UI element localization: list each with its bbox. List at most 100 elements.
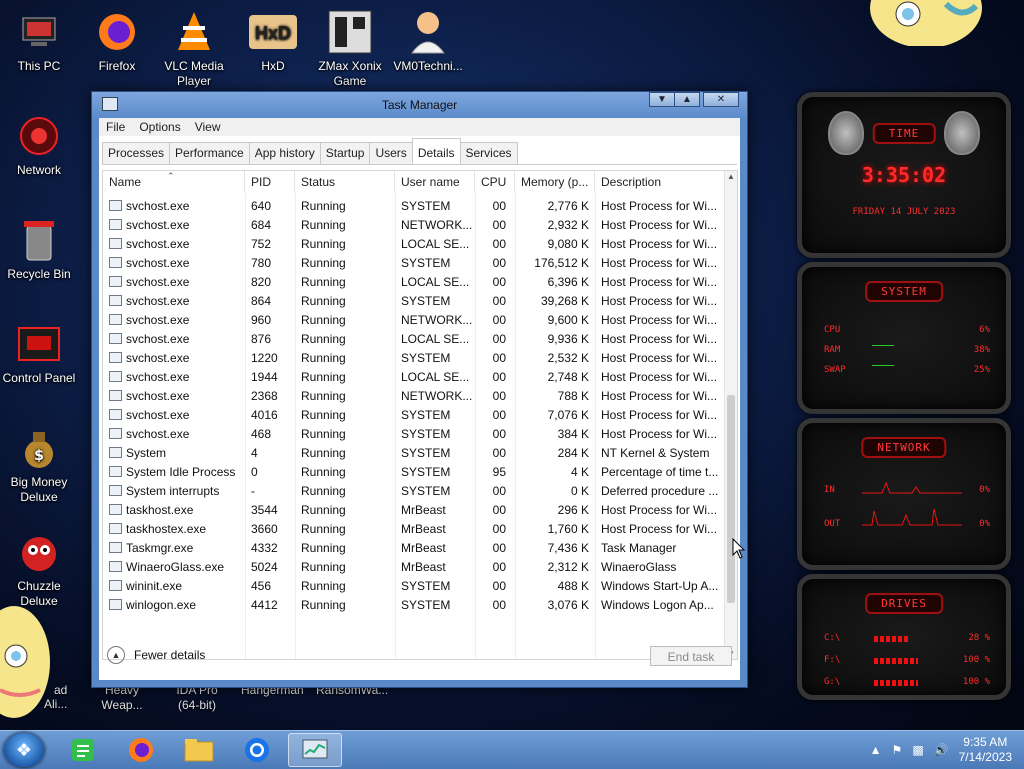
table-row[interactable]: taskhostex.exe 3660 Running MrBeast 00 1,760 …	[103, 520, 728, 539]
volume-icon[interactable]: 🔊	[934, 743, 949, 757]
desktop-icon-network[interactable]: Network	[0, 112, 81, 178]
desktop-icon-zmax[interactable]: ZMax Xonix Game	[308, 8, 392, 89]
column-header-cpu[interactable]: CPU	[475, 171, 515, 193]
alien-icon	[828, 111, 864, 155]
desktop-icon-label-ad[interactable]: ad	[54, 683, 67, 698]
cell-memory: 2,532 K	[547, 351, 589, 365]
tab-performance[interactable]: Performance	[169, 142, 250, 164]
table-row[interactable]: svchost.exe 640 Running SYSTEM 00 2,776 K Host…	[103, 197, 728, 216]
desktop-icon-vlc[interactable]: VLC Media Player	[152, 8, 236, 89]
show-hidden-icons-icon[interactable]: ▲	[870, 743, 882, 757]
desktop-icon-chuzzle[interactable]: Chuzzle Deluxe	[0, 528, 81, 609]
table-row[interactable]: svchost.exe 752 Running LOCAL SE... 00 9,080 …	[103, 235, 728, 254]
table-row[interactable]: svchost.exe 780 Running SYSTEM 00 176,512 K Ho…	[103, 254, 728, 273]
desktop-icon-big-money[interactable]: $ Big Money Deluxe	[0, 424, 81, 505]
cell-user-name: LOCAL SE...	[401, 370, 470, 384]
table-row[interactable]: System interrupts - Running SYSTEM 00 0 K Defe…	[103, 482, 728, 501]
table-row[interactable]: taskhost.exe 3544 Running MrBeast 00 296 K Hos…	[103, 501, 728, 520]
money-bag-icon: $	[15, 424, 63, 472]
game-icon	[326, 8, 374, 56]
process-icon	[109, 257, 122, 268]
table-row[interactable]: Taskmgr.exe 4332 Running MrBeast 00 7,436 K Ta…	[103, 539, 728, 558]
vertical-scrollbar[interactable]: ▲ ▼	[724, 171, 737, 659]
close-button[interactable]: ✕	[703, 92, 739, 107]
cell-user-name: SYSTEM	[401, 484, 451, 498]
cell-pid: 780	[251, 256, 272, 270]
start-button[interactable]: ❖	[4, 733, 44, 767]
column-header-description[interactable]: Description	[595, 171, 728, 193]
scroll-up-icon[interactable]: ▲	[726, 172, 736, 181]
column-header-memory[interactable]: Memory (p...	[515, 171, 595, 193]
cell-pid: 456	[251, 579, 272, 593]
desktop-icon-firefox[interactable]: Firefox	[75, 8, 159, 74]
action-center-flag-icon[interactable]: ⚑	[892, 743, 903, 757]
cell-user-name: LOCAL SE...	[401, 332, 470, 346]
cell-memory: 2,932 K	[547, 218, 589, 232]
table-row[interactable]: svchost.exe 960 Running NETWORK... 00 9,600 K…	[103, 311, 728, 330]
cell-name: svchost.exe	[109, 273, 243, 292]
menu-options[interactable]: Options	[139, 120, 180, 134]
table-row[interactable]: svchost.exe 876 Running LOCAL SE... 00 9,936 …	[103, 330, 728, 349]
tab-users[interactable]: Users	[369, 142, 413, 164]
network-status-icon[interactable]: ▩	[912, 743, 923, 757]
scrollbar-thumb[interactable]	[727, 395, 735, 603]
menu-view[interactable]: View	[195, 120, 221, 134]
cell-name: taskhost.exe	[109, 501, 243, 520]
table-row[interactable]: svchost.exe 1220 Running SYSTEM 00 2,532 K Hos…	[103, 349, 728, 368]
window-client-area: File Options View Processes Performance …	[99, 118, 740, 680]
fewer-details-button[interactable]: ▲ Fewer details	[107, 646, 205, 664]
taskbar-chrome[interactable]	[232, 733, 282, 767]
close-icon: ✕	[716, 94, 726, 105]
desktop-icon-this-pc[interactable]: This PC	[0, 8, 81, 74]
cell-description: Percentage of time t...	[601, 465, 719, 479]
end-task-button[interactable]: End task	[650, 646, 732, 666]
table-row[interactable]: svchost.exe 684 Running NETWORK... 00 2,932 K…	[103, 216, 728, 235]
desktop-icon-control-panel[interactable]: Control Panel	[0, 320, 81, 386]
desktop-icon-vm0techni[interactable]: VM0Techni...	[386, 8, 470, 74]
maximize-button[interactable]: ▲	[674, 92, 700, 107]
tab-app-history[interactable]: App history	[248, 142, 321, 164]
table-row[interactable]: svchost.exe 1944 Running LOCAL SE... 00 2,748…	[103, 368, 728, 387]
table-row[interactable]: winlogon.exe 4412 Running SYSTEM 00 3,076 K Wi…	[103, 596, 728, 615]
tab-startup[interactable]: Startup	[319, 142, 371, 164]
minimize-button[interactable]: ▼	[649, 92, 675, 107]
table-row[interactable]: svchost.exe 468 Running SYSTEM 00 384 K Host P…	[103, 425, 728, 444]
tab-processes[interactable]: Processes	[102, 142, 171, 164]
tab-services[interactable]: Services	[459, 142, 518, 164]
menu-file[interactable]: File	[106, 120, 125, 134]
taskbar-firefox[interactable]	[116, 733, 166, 767]
cell-user-name: NETWORK...	[401, 313, 473, 327]
table-row[interactable]: svchost.exe 4016 Running SYSTEM 00 7,076 K Hos…	[103, 406, 728, 425]
table-row[interactable]: System Idle Process 0 Running SYSTEM 95 4 K Pe…	[103, 463, 728, 482]
tab-details[interactable]: Details	[411, 138, 461, 164]
column-header-pid[interactable]: PID	[245, 171, 295, 193]
cell-memory: 2,776 K	[547, 199, 589, 213]
desktop-icon-recycle-bin[interactable]: Recycle Bin	[0, 216, 81, 282]
column-header-name[interactable]: Name ⌃	[103, 171, 245, 193]
cell-user-name: MrBeast	[401, 560, 446, 574]
desktop-icon-hxd[interactable]: HxD HxD	[231, 8, 315, 74]
table-row[interactable]: svchost.exe 864 Running SYSTEM 00 39,268 K Hos…	[103, 292, 728, 311]
cell-cpu: 00	[492, 427, 506, 441]
cell-cpu: 00	[492, 332, 506, 346]
column-header-user-name[interactable]: User name	[395, 171, 475, 193]
cell-status: Running	[301, 465, 346, 479]
table-row[interactable]: svchost.exe 2368 Running NETWORK... 00 788 K H…	[103, 387, 728, 406]
table-row[interactable]: WinaeroGlass.exe 5024 Running MrBeast 00 2,31…	[103, 558, 728, 577]
table-row[interactable]: System 4 Running SYSTEM 00 284 K NT Kernel & S…	[103, 444, 728, 463]
cell-name: WinaeroGlass.exe	[109, 558, 243, 577]
taskbar-notes[interactable]	[58, 733, 108, 767]
cell-description: Host Process for Wi...	[601, 256, 718, 270]
taskbar-file-explorer[interactable]	[174, 733, 224, 767]
column-header-status[interactable]: Status	[295, 171, 395, 193]
taskbar-clock[interactable]: 9:35 AM 7/14/2023	[959, 735, 1012, 765]
table-row[interactable]: svchost.exe 820 Running LOCAL SE... 00 6,396 …	[103, 273, 728, 292]
system-row-label: SWAP	[824, 365, 846, 375]
title-bar[interactable]: Task Manager ▼ ▲ ✕	[92, 92, 747, 118]
cell-description: Host Process for Wi...	[601, 408, 718, 422]
process-name: svchost.exe	[126, 370, 190, 384]
process-name: svchost.exe	[126, 256, 190, 270]
table-row[interactable]: wininit.exe 456 Running SYSTEM 00 488 K Window…	[103, 577, 728, 596]
taskbar-task-manager[interactable]	[288, 733, 342, 767]
process-icon	[109, 390, 122, 401]
